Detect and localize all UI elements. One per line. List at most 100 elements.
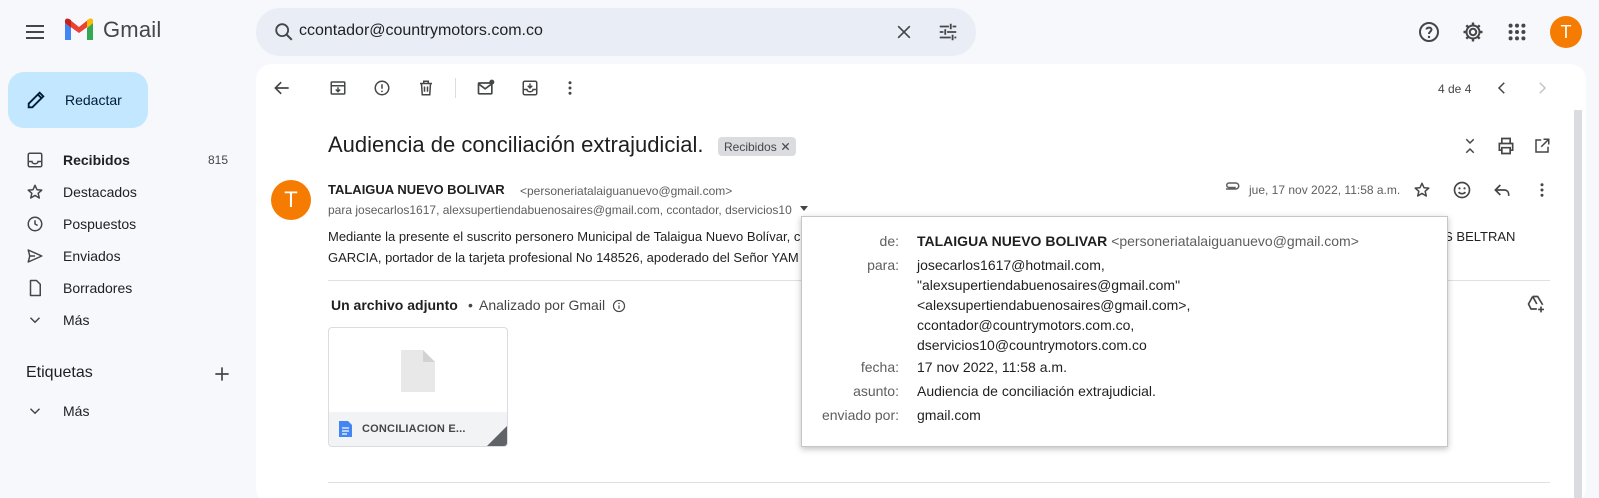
details-to-line: dservicios10@countrymotors.com.co — [917, 337, 1147, 353]
compose-label: Redactar — [65, 92, 122, 108]
sidebar-item-label: Más — [63, 312, 90, 328]
mail-unread-icon — [477, 79, 495, 95]
sidebar-item-starred[interactable]: Destacados — [0, 176, 240, 208]
chevron-right-icon — [1539, 82, 1547, 94]
gmail-logo[interactable]: Gmail — [63, 17, 161, 43]
archive-icon — [330, 81, 346, 95]
paperclip-icon — [1226, 182, 1240, 190]
report-spam-button[interactable] — [362, 68, 402, 108]
thread-divider — [328, 482, 1550, 483]
sender-name[interactable]: TALAIGUA NUEVO BOLIVAR — [328, 182, 505, 197]
scanned-by-gmail: Analizado por Gmail — [479, 297, 606, 313]
details-to-line: ccontador@countrymotors.com.co, — [917, 317, 1135, 333]
toolbar-divider — [455, 78, 456, 98]
compose-button[interactable]: Redactar — [8, 72, 148, 128]
close-icon[interactable] — [781, 142, 790, 151]
help-button[interactable] — [1409, 12, 1449, 52]
sidebar-item-snoozed[interactable]: Pospuestos — [0, 208, 240, 240]
details-date-value: 17 nov 2022, 11:58 a.m. — [917, 359, 1067, 375]
details-to-value: josecarlos1617@hotmail.com, "alexsuperti… — [917, 255, 1190, 355]
account-avatar[interactable]: T — [1550, 16, 1582, 48]
details-to-line: "alexsupertiendabuenosaires@gmail.com" — [917, 277, 1181, 293]
attachments-separator: • — [468, 297, 473, 313]
message-body-line: Mediante la presente el suscrito persone… — [328, 229, 800, 244]
chevron-down-icon — [29, 408, 41, 415]
arrow-back-icon — [274, 81, 289, 95]
older-button[interactable] — [1522, 68, 1562, 108]
add-reaction-button[interactable] — [1442, 170, 1482, 210]
search-options-button[interactable] — [928, 12, 968, 52]
mark-unread-button[interactable] — [466, 68, 506, 108]
delete-button[interactable] — [406, 68, 446, 108]
message-more-button[interactable] — [1522, 170, 1562, 210]
label-chip-text: Recibidos — [724, 139, 777, 154]
search-icon — [275, 23, 293, 41]
inbox-icon — [27, 152, 43, 168]
more-actions-button[interactable] — [550, 68, 590, 108]
sidebar-item-label: Pospuestos — [63, 216, 137, 232]
open-new-window-button[interactable] — [1522, 126, 1562, 166]
move-to-inbox-icon — [522, 80, 538, 96]
send-icon — [27, 249, 43, 263]
sidebar-item-label: Recibidos — [63, 152, 130, 168]
star-message-button[interactable] — [1402, 170, 1442, 210]
report-icon — [374, 80, 390, 96]
star-icon — [27, 184, 43, 199]
show-details-button[interactable] — [798, 202, 810, 214]
unread-count: 815 — [207, 153, 228, 167]
newer-button[interactable] — [1482, 68, 1522, 108]
attachment-file-name: CONCILIACION E... — [362, 423, 466, 435]
clear-search-button[interactable] — [884, 12, 924, 52]
print-icon — [1498, 137, 1514, 155]
add-label-button[interactable] — [202, 354, 242, 394]
details-to-label: para: — [867, 257, 899, 273]
labels-heading: Etiquetas — [26, 364, 93, 381]
sidebar-item-drafts[interactable]: Borradores — [0, 272, 240, 304]
sidebar-item-more[interactable]: Más — [0, 304, 240, 336]
reply-icon — [1494, 184, 1510, 196]
message-subject: Audiencia de conciliación extrajudicial. — [328, 132, 704, 157]
main-menu-button[interactable] — [15, 12, 55, 52]
attachment-card[interactable]: CONCILIACION E... — [328, 327, 508, 447]
settings-button[interactable] — [1453, 12, 1493, 52]
search-button[interactable] — [264, 12, 304, 52]
draft-icon — [29, 279, 41, 297]
attachments-title: Un archivo adjunto — [331, 297, 458, 313]
caret-down-icon — [800, 206, 808, 211]
attachment-indicator — [1223, 180, 1241, 198]
labels-more[interactable]: Más — [0, 395, 240, 427]
menu-icon — [26, 25, 44, 39]
back-button[interactable] — [262, 68, 302, 108]
scrollbar[interactable] — [1574, 110, 1582, 498]
details-sent-by-value: gmail.com — [917, 407, 981, 423]
more-vert-icon — [1540, 183, 1544, 197]
message-details-popup: de: TALAIGUA NUEVO BOLIVAR <personeriata… — [801, 216, 1448, 447]
chevron-left-icon — [1497, 82, 1505, 94]
collapse-all-button[interactable] — [1450, 126, 1490, 166]
sender-email: <personeriatalaiguanuevo@gmail.com> — [520, 184, 733, 198]
details-to-line: <alexsupertiendabuenosaires@gmail.com>, — [917, 297, 1191, 313]
apps-grid-icon — [1508, 23, 1526, 41]
apps-button[interactable] — [1497, 12, 1537, 52]
print-button[interactable] — [1486, 126, 1526, 166]
sidebar-item-inbox[interactable]: Recibidos 815 — [0, 144, 240, 176]
archive-button[interactable] — [318, 68, 358, 108]
search-input[interactable]: ccontador@countrymotors.com.co — [299, 22, 543, 40]
scan-info-button[interactable] — [612, 299, 626, 313]
details-from-name: TALAIGUA NUEVO BOLIVAR — [917, 233, 1108, 249]
sidebar-item-label: Destacados — [63, 184, 137, 200]
recipients-summary: para josecarlos1617, alexsupertiendabuen… — [328, 203, 792, 217]
inbox-label-chip[interactable]: Recibidos — [718, 137, 796, 156]
reply-button[interactable] — [1482, 170, 1522, 210]
gear-icon — [1463, 22, 1483, 42]
move-to-button[interactable] — [510, 68, 550, 108]
generic-file-icon — [401, 350, 435, 392]
details-date-label: fecha: — [860, 359, 899, 375]
search-bar[interactable]: ccontador@countrymotors.com.co — [256, 8, 976, 56]
open-in-new-icon — [1535, 138, 1550, 153]
sidebar-item-sent[interactable]: Enviados — [0, 240, 240, 272]
sender-avatar[interactable]: T — [271, 180, 311, 220]
add-to-drive-button[interactable] — [1526, 294, 1546, 314]
message-date: jue, 17 nov 2022, 11:58 a.m. — [1249, 183, 1401, 197]
details-from-email: <personeriatalaiguanuevo@gmail.com> — [1111, 233, 1359, 249]
